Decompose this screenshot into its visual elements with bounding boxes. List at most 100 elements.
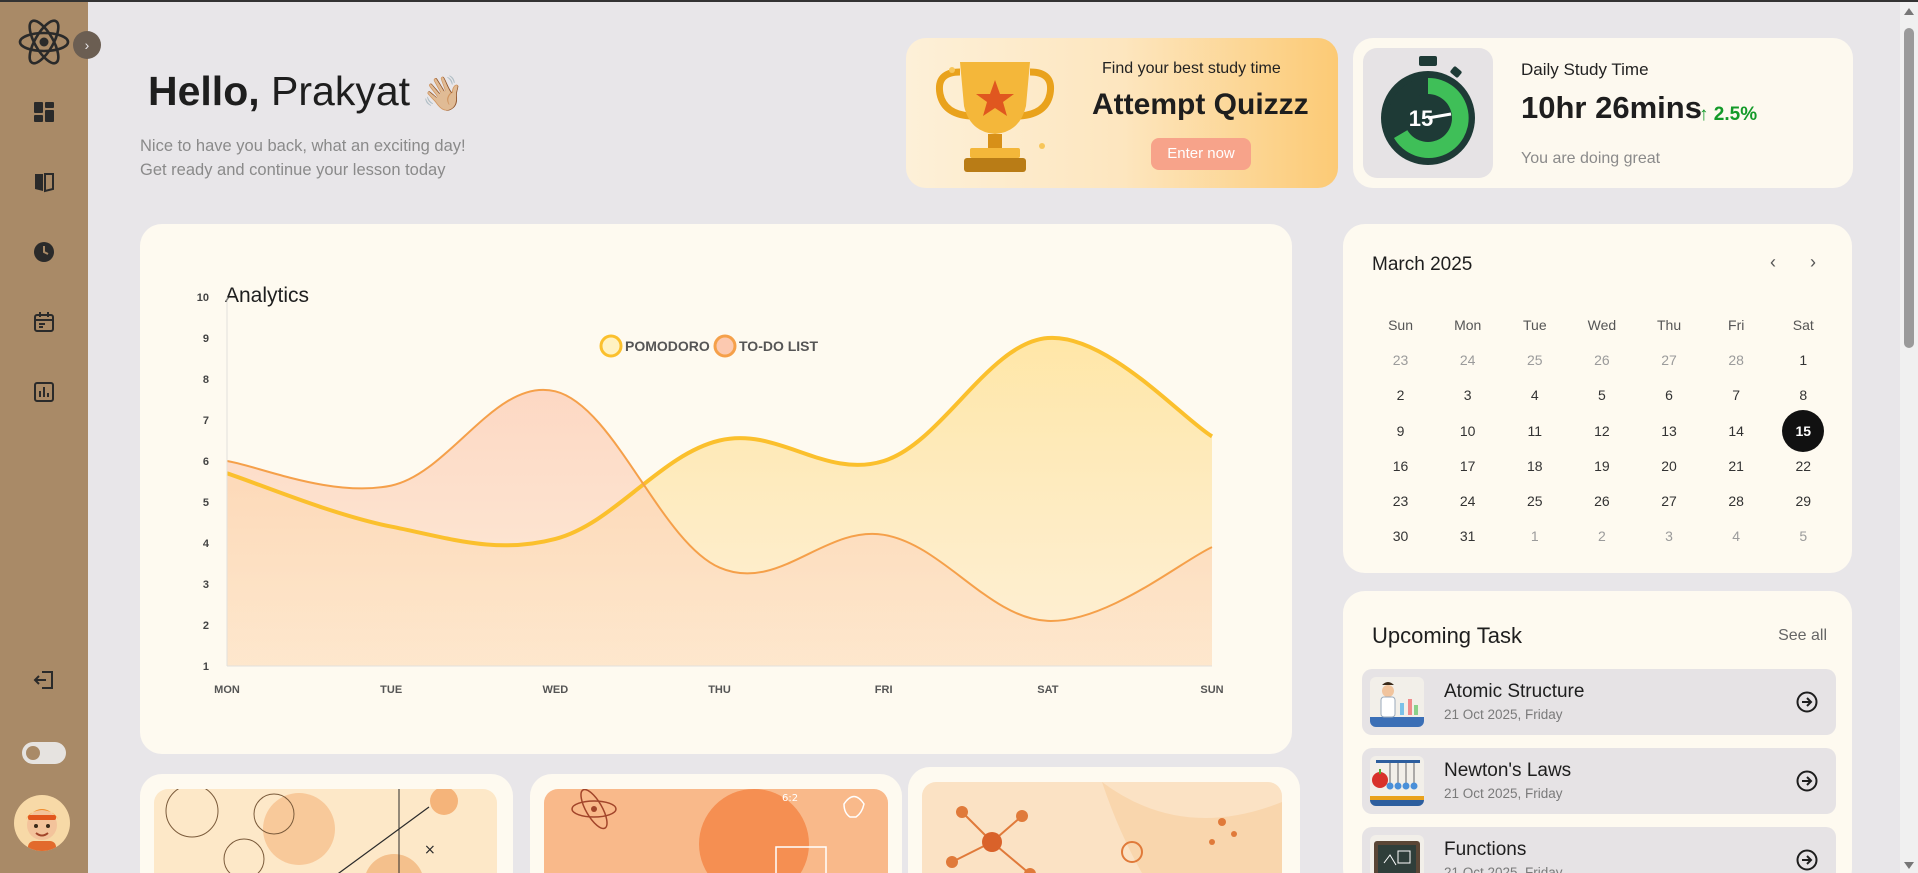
calendar-day[interactable]: 27	[1636, 484, 1703, 519]
calendar-day-label: 14	[1728, 422, 1744, 439]
calendar-day-label: 24	[1459, 352, 1476, 369]
newtons-cradle-illustration	[1370, 756, 1424, 806]
greeting-title: Hello, Prakyat 👋🏼	[148, 68, 464, 115]
calendar-day[interactable]: 13	[1636, 414, 1703, 449]
sidebar-expand-button[interactable]: ›	[73, 31, 101, 59]
calendar-day-label: 13	[1661, 422, 1677, 439]
calendar-day[interactable]: 17	[1434, 449, 1501, 484]
sidebar-item-courses[interactable]	[30, 170, 58, 198]
y-tick-label: 7	[203, 415, 209, 427]
calendar-day[interactable]: 2	[1568, 519, 1635, 554]
calendar-day[interactable]: 6	[1636, 378, 1703, 413]
calendar-day[interactable]: 30	[1367, 519, 1434, 554]
calendar-weekday-label: Tue	[1523, 317, 1547, 333]
scroll-thumb[interactable]	[1904, 28, 1914, 348]
calendar-card: March 2025 ‹ › Sun Mon Tue Wed Thu Fri Sat 23 24…	[1343, 224, 1852, 573]
calendar-day[interactable]: 22	[1770, 449, 1837, 484]
calendar-day-label: 25	[1527, 492, 1543, 509]
calendar-day[interactable]: 11	[1501, 414, 1568, 449]
legend-label: POMODORO	[625, 338, 710, 354]
calendar-day[interactable]: 7	[1703, 378, 1770, 413]
task-date: 21 Oct 2025, Friday	[1444, 865, 1563, 873]
calendar-day[interactable]: 26	[1568, 343, 1635, 378]
sidebar-item-dashboard[interactable]	[30, 100, 58, 128]
calendar-day-label: 3	[1463, 387, 1472, 404]
calendar-day-label: 5	[1598, 387, 1606, 404]
arrow-circle-right-icon[interactable]	[1796, 691, 1818, 713]
calendar-day[interactable]: 25	[1501, 343, 1568, 378]
y-tick-label: 1	[203, 661, 209, 673]
study-delta-badge: ↑ 2.5%	[1699, 104, 1758, 125]
quiz-title: Attempt Quizzz	[1092, 88, 1309, 121]
calendar-day-label: 18	[1527, 457, 1543, 474]
calendar-day[interactable]: 16	[1367, 449, 1434, 484]
calendar-next-button[interactable]: ›	[1803, 252, 1823, 276]
course-card[interactable]: ×	[140, 774, 513, 873]
avatar[interactable]	[14, 795, 70, 851]
course-card[interactable]	[908, 767, 1300, 873]
calendar-day[interactable]: 24	[1434, 343, 1501, 378]
calendar-day-label: 25	[1527, 352, 1543, 369]
calendar-day[interactable]: 31	[1434, 519, 1501, 554]
calendar-day[interactable]: 18	[1501, 449, 1568, 484]
calendar-day[interactable]: 26	[1568, 484, 1635, 519]
calendar-day[interactable]: 5	[1568, 378, 1635, 413]
calendar-day[interactable]: 24	[1434, 484, 1501, 519]
atom-logo-icon[interactable]	[18, 16, 70, 68]
sidebar-item-reports[interactable]	[30, 380, 58, 408]
calendar-prev-button[interactable]: ‹	[1763, 252, 1783, 276]
calendar-day[interactable]: 12	[1568, 414, 1635, 449]
calendar-day[interactable]: 21	[1703, 449, 1770, 484]
calendar-day[interactable]: 4	[1501, 378, 1568, 413]
logout-button[interactable]	[30, 668, 58, 696]
scroll-up-icon[interactable]	[1903, 6, 1915, 16]
quiz-kicker: Find your best study time	[1102, 60, 1281, 77]
sidebar-item-calendar[interactable]	[30, 310, 58, 338]
legend-label: TO-DO LIST	[739, 338, 819, 354]
calendar-day[interactable]: 27	[1636, 343, 1703, 378]
calendar-day[interactable]: 3	[1434, 378, 1501, 413]
calendar-day[interactable]: 9	[1367, 414, 1434, 449]
calendar-day-label: 6	[1665, 387, 1673, 404]
calendar-day[interactable]: 1	[1770, 343, 1837, 378]
calendar-day[interactable]: 2	[1367, 378, 1434, 413]
calendar-weekday-row: Sun Mon Tue Wed Thu Fri Sat	[1367, 308, 1837, 343]
calendar-day[interactable]: 1	[1501, 519, 1568, 554]
calendar-day-label: 1	[1530, 528, 1539, 545]
calendar-day[interactable]: 4	[1703, 519, 1770, 554]
clock-icon	[33, 241, 55, 268]
task-item[interactable]: Atomic Structure 21 Oct 2025, Friday	[1362, 669, 1836, 735]
calendar-day[interactable]: 14	[1703, 414, 1770, 449]
calendar-day[interactable]: 28	[1703, 343, 1770, 378]
calendar-day-selected[interactable]: 15	[1770, 409, 1837, 452]
calendar-day[interactable]: 23	[1367, 484, 1434, 519]
course-card[interactable]: 6:2	[530, 774, 902, 873]
page-scrollbar[interactable]	[1900, 2, 1918, 873]
see-all-link[interactable]: See all	[1778, 627, 1827, 645]
scroll-down-icon[interactable]	[1903, 861, 1915, 871]
stopwatch-icon: 15	[1381, 56, 1475, 165]
calendar-day[interactable]: 3	[1636, 519, 1703, 554]
x-tick-label: SAT	[1037, 684, 1058, 696]
enter-quiz-button[interactable]: Enter now	[1151, 138, 1251, 170]
x-tick-label: MON	[214, 684, 240, 696]
task-item[interactable]: Functions 21 Oct 2025, Friday	[1362, 827, 1836, 873]
calendar-day[interactable]: 19	[1568, 449, 1635, 484]
task-item[interactable]: Newton's Laws 21 Oct 2025, Friday	[1362, 748, 1836, 814]
arrow-circle-right-icon[interactable]	[1796, 770, 1818, 792]
calendar-day-label: 23	[1392, 352, 1409, 369]
sidebar-item-timer[interactable]	[30, 240, 58, 268]
theme-toggle[interactable]	[22, 742, 66, 764]
calendar-day[interactable]: 8	[1770, 378, 1837, 413]
calendar-day[interactable]: 5	[1770, 519, 1837, 554]
calendar-day[interactable]: 25	[1501, 484, 1568, 519]
calendar-day-label: 17	[1459, 457, 1476, 474]
calendar-day[interactable]: 20	[1636, 449, 1703, 484]
calendar-day[interactable]: 28	[1703, 484, 1770, 519]
calendar-weekday-label: Sun	[1388, 317, 1414, 333]
calendar-day[interactable]: 10	[1434, 414, 1501, 449]
calendar-day-label: 8	[1799, 387, 1808, 404]
calendar-day[interactable]: 23	[1367, 343, 1434, 378]
arrow-circle-right-icon[interactable]	[1796, 849, 1818, 871]
calendar-day[interactable]: 29	[1770, 484, 1837, 519]
